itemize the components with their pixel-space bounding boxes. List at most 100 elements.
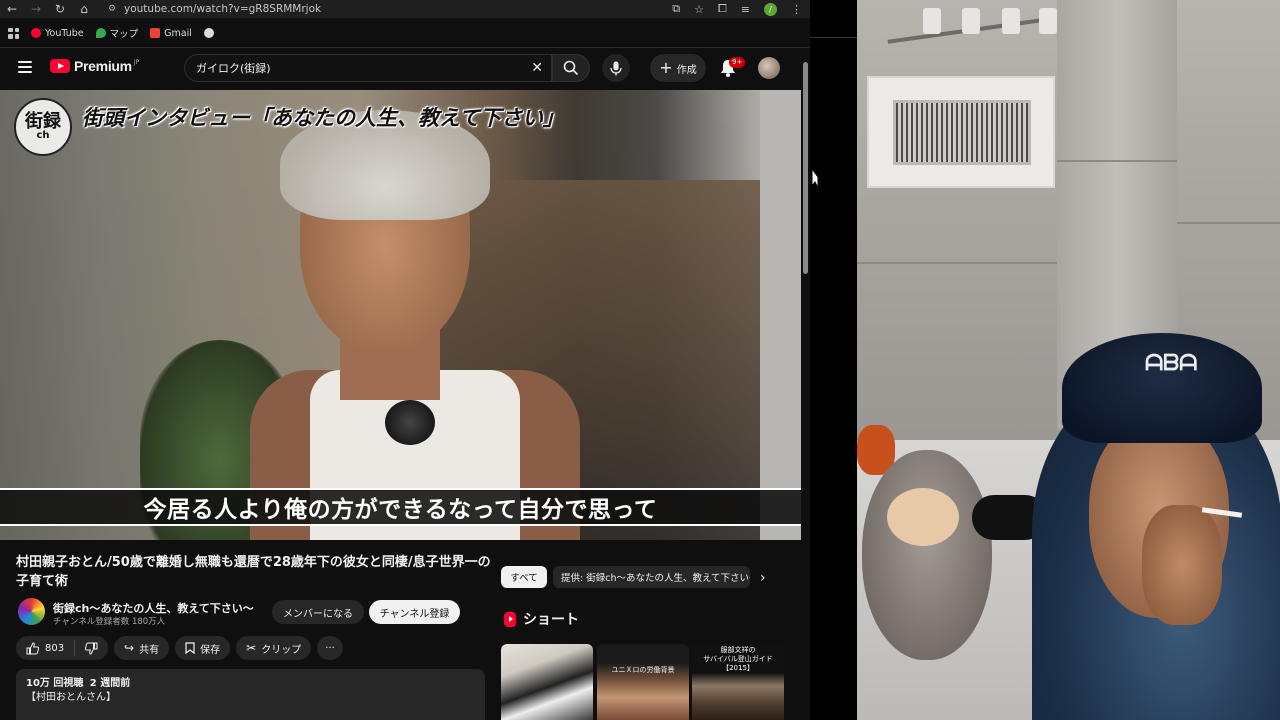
clip-button[interactable]: ✂ クリップ [236, 636, 312, 660]
address-text[interactable]: youtube.com/watch?v=gR8SRMMrjok [124, 3, 321, 15]
voice-search-button[interactable] [602, 54, 630, 82]
bookmark-label: マップ [109, 29, 139, 40]
bookmark-label: Gmail [164, 27, 192, 39]
bookmark-save-icon [185, 642, 195, 654]
microphone-icon [610, 61, 622, 75]
install-app-icon[interactable]: ⧉ [672, 2, 680, 16]
notification-count-badge: 9+ [729, 57, 746, 68]
bookmark-extra[interactable] [203, 28, 214, 38]
share-label: 共有 [139, 644, 160, 656]
bookmarks-bar: YouTube マップ Gmail [0, 22, 810, 44]
description-box[interactable]: 10万 回視聴 2 週間前 【村田おとんさん】 [16, 669, 485, 720]
wall-seam [857, 262, 1057, 264]
create-button[interactable]: + 作成 [650, 54, 706, 82]
youtube-favicon-icon [31, 28, 41, 38]
webcam-feed: ᗩᗷᗩ [857, 0, 1280, 720]
scissors-icon: ✂ [246, 641, 257, 655]
address-bar[interactable]: ⚙ youtube.com/watch?v=gR8SRMMrjok [106, 0, 686, 18]
like-dislike-group: 803 [16, 636, 109, 660]
window-gap [810, 0, 857, 720]
youtube-premium-logo[interactable]: Premium JP [50, 58, 139, 74]
browser-window: ← → ↻ ⌂ ⚙ youtube.com/watch?v=gR8SRMMrjo… [0, 0, 810, 720]
search-icon [563, 60, 579, 76]
bookmark-label: YouTube [45, 27, 84, 39]
forward-arrow-icon[interactable]: → [24, 0, 48, 18]
share-button[interactable]: ↪ 共有 [114, 636, 170, 660]
ceiling-light [1039, 8, 1057, 34]
video-subtitle: 今居る人より俺の方ができるなって自分で思って [143, 497, 658, 523]
thumbs-up-icon [26, 641, 39, 654]
wall-seam [1057, 160, 1177, 162]
plush-toy [862, 450, 992, 660]
upload-age: 2 週間前 [89, 678, 131, 689]
profile-initial: / [769, 4, 772, 14]
bookmark-youtube[interactable]: YouTube [31, 28, 84, 39]
ceiling-light [962, 8, 980, 34]
view-count: 10万 回視聴 [26, 678, 84, 689]
gmail-icon [150, 28, 161, 38]
save-button[interactable]: 保存 [175, 636, 231, 660]
channel-watermark-logo: 街録 ch [14, 98, 72, 156]
like-button[interactable]: 803 [16, 636, 74, 660]
filter-chip-provider[interactable]: 提供: 街録ch〜あなたの人生、教えて下さい〜 [553, 566, 750, 588]
video-overlay-title: 街頭インタビュー「あなたの人生、教えて下さい」 [82, 106, 564, 130]
channel-avatar[interactable] [18, 598, 45, 625]
site-info-icon[interactable]: ⚙ [106, 3, 118, 15]
shorts-heading: ショート [523, 612, 579, 628]
bookmark-star-icon[interactable]: ☆ [694, 3, 704, 16]
lavalier-mic [385, 400, 435, 445]
home-icon[interactable]: ⌂ [72, 0, 96, 18]
screen: ← → ↻ ⌂ ⚙ youtube.com/watch?v=gR8SRMMrjo… [0, 0, 1280, 720]
profile-avatar[interactable]: / [764, 2, 777, 16]
more-actions-button[interactable]: ··· [317, 636, 343, 660]
toolbar-divider [0, 47, 810, 48]
like-count: 803 [45, 642, 65, 654]
video-frame-person [250, 110, 580, 540]
short-thumbnail-label: ユニＸロの労働背景 [611, 666, 675, 674]
subscribe-button[interactable]: チャンネル登録 [369, 600, 460, 624]
thumbs-down-icon [85, 642, 98, 655]
short-thumbnail[interactable]: ユニＸロの労働背景 [597, 644, 689, 720]
search-input[interactable]: ガイロク(街録) ✕ [184, 54, 552, 82]
join-membership-button[interactable]: メンバーになる [272, 600, 364, 624]
video-frame-wall [760, 90, 801, 540]
video-player[interactable]: 街録 ch 街頭インタビュー「あなたの人生、教えて下さい」 今居る人より俺の方が… [0, 90, 801, 540]
cap-logo: ᗩᗷᗩ [1145, 350, 1198, 376]
watermark-text: 街録 [25, 111, 61, 132]
save-label: 保存 [200, 644, 221, 656]
wall-seam [1177, 222, 1280, 224]
short-thumbnail-label: 服部文祥の サバイバル登山ガイド 【2015】 [703, 646, 773, 672]
filter-chip-all[interactable]: すべて [501, 566, 547, 588]
scrollbar-thumb[interactable] [803, 62, 808, 274]
search-button[interactable] [552, 54, 590, 82]
vent-grill [893, 100, 1031, 165]
dislike-button[interactable] [75, 636, 108, 660]
bookmark-gmail[interactable]: Gmail [150, 28, 192, 39]
back-arrow-icon[interactable]: ← [0, 0, 24, 18]
video-subtitle-band: 今居る人より俺の方ができるなって自分で思って [0, 488, 801, 526]
extensions-icon[interactable]: ⧠ [718, 2, 727, 16]
globe-icon [203, 28, 214, 38]
ceiling-light [923, 8, 941, 34]
reload-icon[interactable]: ↻ [48, 0, 72, 18]
clip-label: クリップ [261, 644, 302, 656]
youtube-play-icon [50, 59, 70, 73]
hamburger-menu-icon[interactable] [18, 61, 32, 73]
logo-region: JP [133, 58, 140, 66]
channel-name[interactable]: 街録ch〜あなたの人生、教えて下さい〜 [53, 600, 254, 616]
short-thumbnail[interactable] [501, 644, 593, 720]
bookmark-maps[interactable]: マップ [95, 26, 139, 40]
more-dots-icon: ··· [325, 642, 335, 654]
chevron-right-icon[interactable]: › [760, 570, 766, 586]
menu-dots-icon[interactable]: ⋮ [791, 3, 802, 16]
watermark-sub: ch [36, 130, 50, 141]
apps-grid-icon[interactable] [8, 27, 19, 39]
shorts-section-header: ショート [504, 609, 579, 629]
reading-list-icon[interactable]: ≡ [741, 3, 750, 16]
ceiling-light [1002, 8, 1020, 34]
account-avatar[interactable] [758, 57, 780, 79]
search-query[interactable]: ガイロク(街録) [196, 60, 271, 76]
clear-search-icon[interactable]: ✕ [531, 60, 543, 76]
short-thumbnail[interactable]: 服部文祥の サバイバル登山ガイド 【2015】 [692, 644, 784, 720]
video-title: 村田親子おとん/50歳で離婚し無職も還暦で28歳年下の彼女と同棲/息子世界一の子… [16, 555, 491, 589]
